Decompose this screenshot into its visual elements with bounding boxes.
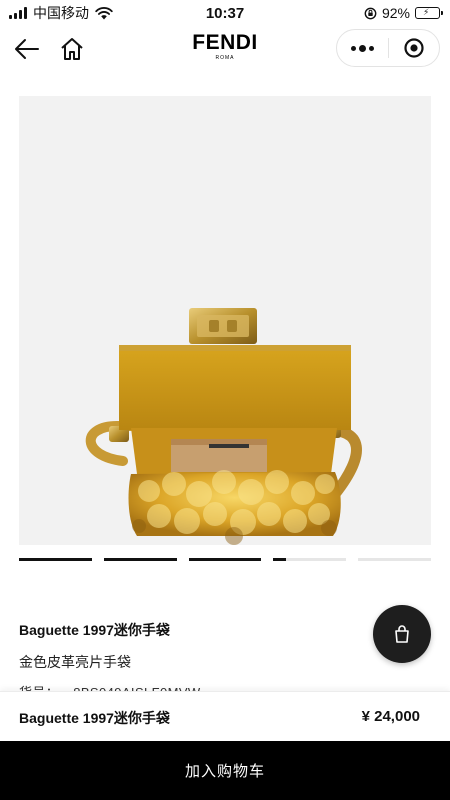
price-bar-product-name: Baguette 1997迷你手袋 (19, 710, 170, 726)
wifi-icon (95, 6, 113, 19)
carrier-label: 中国移动 (33, 5, 89, 21)
add-to-cart-button[interactable]: 加入购物车 (0, 741, 450, 800)
gallery-indicator-5[interactable] (358, 558, 431, 561)
baguette-bag-photo (85, 308, 362, 545)
nav-bar: FENDI ROMA (0, 26, 450, 72)
floating-cart-button[interactable] (373, 605, 431, 663)
product-description: 金色皮革亮片手袋 (19, 654, 131, 670)
status-right: 92% ⚡ (364, 5, 443, 21)
product-title: Baguette 1997迷你手袋 (19, 622, 170, 638)
price-bar-price: ¥ 24,000 (361, 708, 420, 725)
miniprogram-capsule (336, 29, 440, 67)
more-dots-icon[interactable] (337, 30, 388, 66)
status-bar: 中国移动 10:37 92% ⚡ (0, 0, 450, 26)
screen-rotation-lock-icon (364, 7, 377, 19)
gallery-indicator-1[interactable] (19, 558, 92, 561)
signal-icon (9, 7, 27, 19)
gallery-indicator-3[interactable] (188, 558, 262, 561)
battery-percent: 92% (381, 5, 410, 21)
product-image[interactable] (19, 96, 431, 545)
status-left: 中国移动 (9, 3, 113, 23)
shopping-bag-icon (395, 625, 409, 643)
gallery-indicator-4[interactable] (273, 558, 347, 561)
gallery-indicator-2[interactable] (103, 558, 177, 561)
close-target-icon[interactable] (389, 30, 439, 66)
price-bar: Baguette 1997迷你手袋 ¥ 24,000 (0, 691, 450, 741)
battery-icon: ⚡ (415, 7, 443, 19)
gallery-indicators[interactable] (19, 558, 431, 562)
